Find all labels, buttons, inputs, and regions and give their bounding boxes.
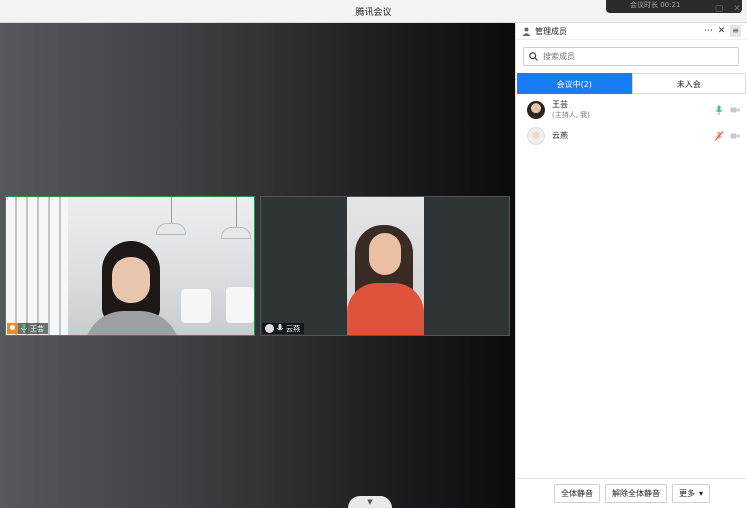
- avatar: [527, 101, 545, 119]
- avatar-icon: [265, 324, 274, 333]
- member-name: 王芸: [552, 100, 568, 109]
- mic-muted-icon[interactable]: [714, 131, 724, 141]
- unmute-all-button[interactable]: 解除全体静音: [604, 484, 667, 503]
- video-name-bar: 王芸: [7, 323, 48, 334]
- video-feed: [6, 197, 254, 335]
- caret-down-icon: ▾: [698, 489, 703, 498]
- tab-not-joined[interactable]: 未入会: [631, 73, 746, 94]
- video-feed: [347, 197, 424, 335]
- camera-icon[interactable]: [730, 105, 740, 115]
- panel-footer: 全体静音 解除全体静音 更多 ▾: [516, 478, 747, 508]
- panel-title: 管理成员: [535, 26, 567, 36]
- chevron-down-icon: ▼: [367, 498, 373, 506]
- video-participant-name: 王芸: [30, 324, 44, 333]
- restore-icon[interactable]: ▢: [713, 3, 725, 15]
- lamp-decor: [156, 223, 186, 235]
- avatar: [527, 127, 545, 145]
- video-tile-host[interactable]: 王芸: [5, 196, 255, 336]
- mic-icon: [276, 324, 284, 331]
- close-icon[interactable]: ✕: [731, 3, 743, 15]
- member-name: 云燕: [552, 131, 568, 140]
- panel-header: 管理成员 ⋯ ✕ ≡: [516, 23, 747, 40]
- lamp-decor: [221, 227, 251, 239]
- camera-icon[interactable]: [730, 131, 740, 141]
- video-stage: 王芸 云燕 ▼: [0, 23, 515, 508]
- tab-in-meeting[interactable]: 会议中(2): [517, 73, 632, 94]
- member-panel: 管理成员 ⋯ ✕ ≡ 会议中(2) 未入会 王芸 (主持人, 我): [515, 23, 747, 508]
- person-icon: [522, 27, 531, 36]
- mic-on-icon[interactable]: [714, 105, 724, 115]
- video-participant-name: 云燕: [286, 324, 300, 333]
- search-input[interactable]: [543, 52, 723, 61]
- member-search[interactable]: [523, 47, 739, 66]
- menu-icon[interactable]: ≡: [730, 25, 741, 37]
- host-badge-icon: [7, 323, 18, 334]
- member-row[interactable]: 王芸 (主持人, 我): [516, 97, 746, 123]
- mic-on-icon: [20, 324, 28, 333]
- search-icon: [529, 52, 538, 61]
- participant-video-host: [84, 241, 180, 335]
- more-button[interactable]: 更多 ▾: [671, 484, 710, 503]
- expand-toolbar-button[interactable]: ▼: [348, 496, 392, 508]
- member-row[interactable]: 云燕: [516, 123, 746, 149]
- window-controls: ▢ ✕: [713, 3, 743, 15]
- ellipsis-icon[interactable]: ⋯: [704, 26, 713, 36]
- member-tabs: 会议中(2) 未入会: [517, 73, 746, 94]
- video-name-bar: 云燕: [262, 323, 304, 334]
- more-button-label: 更多: [678, 489, 695, 498]
- video-tile-participant[interactable]: 云燕: [260, 196, 510, 336]
- title-bar: 腾讯会议 会议时长 00:21 ▢ ✕: [0, 0, 747, 23]
- mute-all-button[interactable]: 全体静音: [553, 484, 600, 503]
- close-icon[interactable]: ✕: [717, 26, 726, 36]
- member-role: (主持人, 我): [552, 111, 590, 119]
